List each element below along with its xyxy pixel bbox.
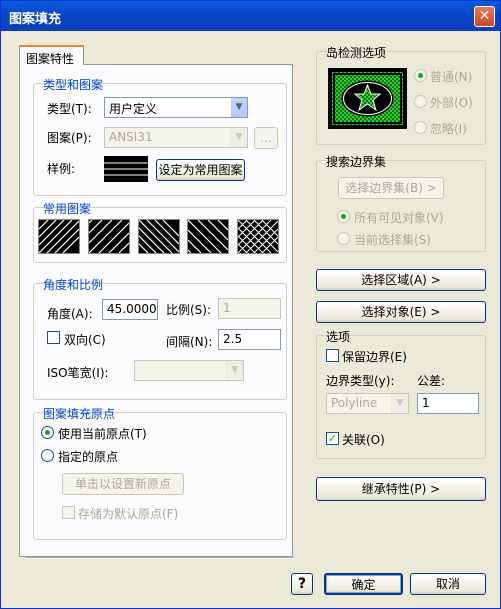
title-bar[interactable]: 图案填充 ✕ (1, 1, 500, 31)
cancel-button[interactable]: 取消 (410, 573, 486, 595)
hatch-origin-legend: 图案填充原点 (43, 407, 116, 421)
boundary-type-value: Polyline (331, 396, 378, 410)
iso-pen-combo[interactable]: ▼ (134, 360, 244, 381)
select-area-button[interactable]: 选择区域(A) > (316, 269, 486, 291)
all-visible-objects-radio[interactable] (337, 210, 350, 223)
current-selection-set-label: 当前选择集(S) (354, 233, 431, 247)
select-objects-button[interactable]: 选择对象(E) > (316, 301, 486, 323)
tolerance-input[interactable]: 1 (417, 393, 479, 414)
hatch-pattern-icon (88, 219, 130, 254)
all-visible-objects-label: 所有可见对象(V) (354, 211, 444, 225)
close-icon[interactable]: ✕ (474, 6, 495, 27)
sample-lines-icon (104, 156, 148, 182)
boundary-set-legend: 搜索边界集 (326, 155, 387, 169)
hatch-dialog: 图案填充 ✕ 图案特性 类型和图案 类型(T): 用户定义 ▼ 图案(P): A… (0, 0, 501, 609)
type-value: 用户定义 (109, 102, 158, 116)
scale-input[interactable]: 1 (218, 298, 281, 319)
island-outer-radio[interactable] (414, 95, 427, 108)
hatch-pattern-icon (38, 219, 80, 254)
specified-origin-label: 指定的原点 (58, 450, 119, 464)
browse-pattern-button[interactable]: ... (254, 127, 278, 149)
iso-pen-label: ISO笔宽(I): (47, 366, 109, 380)
help-button[interactable]: ? (291, 573, 313, 595)
common-patterns-legend: 常用图案 (43, 202, 92, 216)
select-boundary-set-button[interactable]: 选择边界集(B) > (338, 177, 444, 199)
tab-pattern-properties[interactable]: 图案特性 (19, 45, 84, 66)
boundary-type-label: 边界类型(y): (326, 374, 395, 388)
chevron-down-icon[interactable]: ▼ (226, 361, 243, 380)
hatch-pattern-icon (187, 219, 229, 254)
common-pattern-2[interactable] (88, 219, 130, 254)
store-default-origin-label: 存储为默认原点(F) (78, 507, 179, 521)
window-title: 图案填充 (9, 12, 62, 27)
associative-checkbox[interactable]: ✓ (326, 432, 339, 445)
associative-label: 关联(O) (342, 433, 385, 447)
retain-boundary-checkbox[interactable] (326, 349, 339, 362)
use-current-origin-radio[interactable] (41, 426, 54, 439)
set-common-pattern-button[interactable]: 设定为常用图案 (156, 159, 245, 181)
type-pattern-legend: 类型和图案 (43, 78, 104, 92)
type-combo[interactable]: 用户定义 ▼ (104, 97, 248, 118)
footer-separator (26, 557, 294, 559)
angle-label: 角度(A): (47, 307, 93, 321)
island-ignore-radio[interactable] (414, 121, 427, 134)
island-preview (328, 68, 407, 129)
island-detection-legend: 岛检测选项 (326, 46, 387, 60)
island-preview-icon (328, 68, 407, 129)
island-outer-label: 外部(O) (430, 96, 473, 110)
pattern-sample (104, 156, 148, 182)
inherit-properties-button[interactable]: 继承特性(P) > (316, 477, 486, 501)
common-pattern-3[interactable] (138, 219, 180, 254)
chevron-down-icon[interactable]: ▼ (391, 394, 408, 413)
common-pattern-5[interactable] (237, 219, 279, 254)
island-ignore-label: 忽略(I) (430, 122, 467, 136)
pattern-value: ANSI31 (109, 130, 153, 144)
click-set-origin-button[interactable]: 单击以设置新原点 (62, 473, 184, 495)
angle-scale-legend: 角度和比例 (43, 278, 104, 292)
specified-origin-radio[interactable] (41, 449, 54, 462)
double-checkbox[interactable] (47, 331, 60, 344)
chevron-down-icon[interactable]: ▼ (230, 128, 247, 147)
spacing-input[interactable]: 2.5 (218, 329, 281, 350)
island-normal-radio[interactable] (414, 69, 427, 82)
ok-button[interactable]: 确定 (324, 573, 403, 595)
angle-input[interactable]: 45.000000 (102, 299, 158, 320)
store-default-origin-checkbox[interactable] (62, 506, 75, 519)
tab-panel-border (83, 64, 293, 65)
pattern-label: 图案(P): (47, 131, 92, 145)
chevron-down-icon[interactable]: ▼ (230, 98, 247, 117)
scale-label: 比例(S): (166, 303, 212, 317)
spacing-label: 间隔(N): (166, 335, 213, 349)
retain-boundary-label: 保留边界(E) (342, 350, 407, 364)
current-selection-set-radio[interactable] (337, 232, 350, 245)
common-pattern-4[interactable] (187, 219, 229, 254)
double-label: 双向(C) (64, 333, 106, 347)
tolerance-label: 公差: (417, 374, 446, 388)
common-pattern-1[interactable] (38, 219, 80, 254)
boundary-type-combo[interactable]: Polyline ▼ (326, 393, 409, 414)
type-label: 类型(T): (47, 102, 92, 116)
island-normal-label: 普通(N) (430, 70, 473, 84)
options-legend: 选项 (326, 330, 351, 344)
hatch-pattern-icon (138, 219, 180, 254)
pattern-combo[interactable]: ANSI31 ▼ (104, 127, 248, 148)
crosshatch-pattern-icon (237, 219, 279, 254)
use-current-origin-label: 使用当前原点(T) (58, 427, 147, 441)
sample-label: 样例: (47, 162, 76, 176)
